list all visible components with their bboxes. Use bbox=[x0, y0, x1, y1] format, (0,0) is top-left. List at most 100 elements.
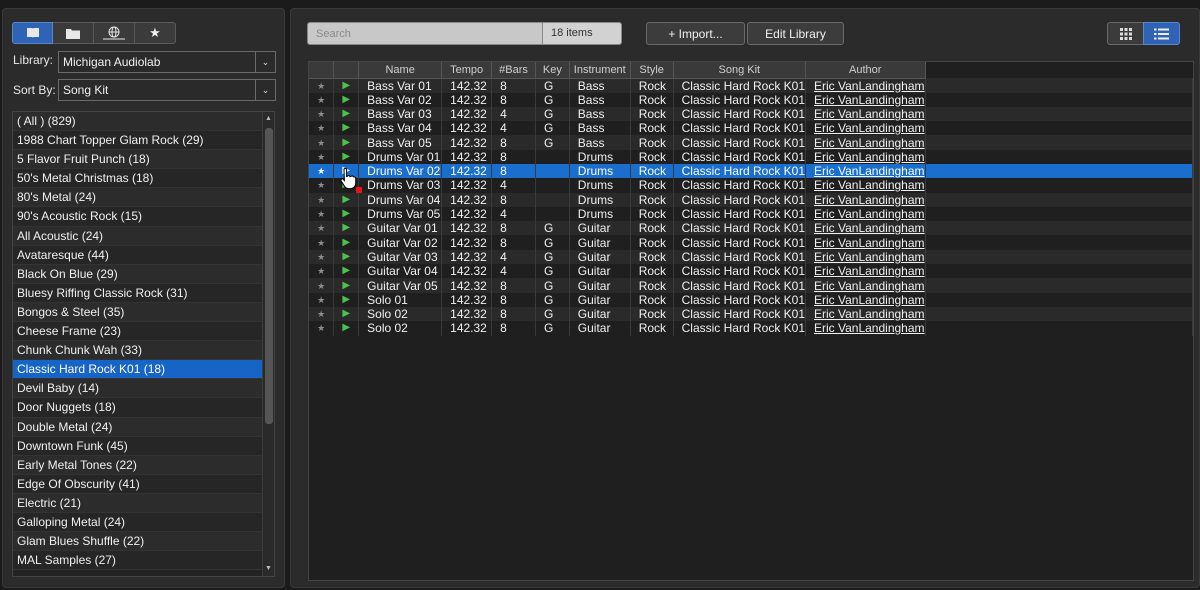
favorite-star-icon[interactable]: ★ bbox=[309, 78, 335, 93]
table-row[interactable]: ★ ▶ Solo 02 142.32 8 G Guitar Rock Classic Hard … bbox=[309, 321, 1193, 336]
play-icon[interactable]: ▶ bbox=[333, 92, 360, 107]
cell-author[interactable]: Eric VanLandingham bbox=[805, 235, 926, 250]
cell-author[interactable]: Eric VanLandingham bbox=[805, 121, 926, 136]
play-icon[interactable]: ▶ bbox=[333, 235, 360, 250]
cell-author[interactable]: Eric VanLandingham bbox=[805, 163, 926, 179]
table-row[interactable]: ★ ▶ Drums Var 05 142.32 4 Drums Rock Classic Ha… bbox=[309, 206, 1193, 222]
cell-author[interactable]: Eric VanLandingham bbox=[805, 178, 926, 193]
play-icon[interactable]: ▶ bbox=[333, 149, 360, 164]
table-row[interactable]: ★ ▶ Drums Var 03 142.32 4 Drums Rock Classic Ha… bbox=[309, 178, 1193, 193]
column-header-style[interactable]: Style bbox=[630, 62, 674, 79]
table-row[interactable]: ★ ▶ Solo 02 142.32 8 G Guitar Rock Classic Hard … bbox=[309, 306, 1193, 322]
table-row[interactable]: ★ ▶ Drums Var 04 142.32 8 Drums Rock Classic Ha… bbox=[309, 192, 1193, 207]
song-kit-item[interactable]: 1988 Chart Topper Glam Rock (29) bbox=[13, 131, 274, 151]
search-input[interactable] bbox=[307, 22, 543, 45]
play-icon[interactable]: ▶ bbox=[333, 106, 360, 122]
song-kit-item[interactable]: Early Metal Tones (22) bbox=[13, 455, 274, 475]
cell-author[interactable]: Eric VanLandingham bbox=[805, 206, 926, 222]
edit-library-button[interactable]: Edit Library bbox=[747, 22, 844, 45]
column-header-song-kit[interactable]: Song Kit bbox=[673, 62, 807, 79]
scroll-thumb[interactable] bbox=[265, 128, 273, 424]
song-kit-item[interactable]: Bluesy Riffing Classic Rock (31) bbox=[13, 283, 274, 303]
favorite-star-icon[interactable]: ★ bbox=[309, 292, 335, 307]
kit-list-scrollbar[interactable]: ▲ ▼ bbox=[262, 112, 274, 576]
song-kit-item[interactable]: 90's Acoustic Rock (15) bbox=[13, 207, 274, 227]
table-row[interactable]: ★ ▶ Bass Var 02 142.32 8 G Bass Rock Classic Har… bbox=[309, 92, 1193, 107]
song-kit-item[interactable]: Door Nuggets (18) bbox=[13, 398, 274, 418]
scroll-down-icon[interactable]: ▼ bbox=[263, 563, 274, 575]
column-header-name[interactable]: Name bbox=[358, 62, 443, 79]
cell-author[interactable]: Eric VanLandingham bbox=[805, 278, 926, 293]
play-icon[interactable]: ▶ bbox=[333, 264, 360, 279]
column-header-favorite[interactable] bbox=[309, 62, 335, 79]
play-icon[interactable]: ▶ bbox=[333, 221, 360, 236]
favorite-star-icon[interactable]: ★ bbox=[309, 178, 335, 193]
table-row[interactable]: ★ ▶ Bass Var 04 142.32 4 G Bass Rock Classic Har… bbox=[309, 121, 1193, 136]
import-button[interactable]: + Import... bbox=[646, 22, 745, 45]
favorite-star-icon[interactable]: ★ bbox=[309, 135, 335, 150]
table-row[interactable]: ★ ▶ Bass Var 03 142.32 4 G Bass Rock Classic Har… bbox=[309, 106, 1193, 122]
cell-author[interactable]: Eric VanLandingham bbox=[805, 221, 926, 236]
favorite-star-icon[interactable]: ★ bbox=[309, 278, 335, 293]
table-row[interactable]: ★ ▶ Guitar Var 05 142.32 8 G Guitar Rock Classic… bbox=[309, 278, 1193, 293]
song-kit-item[interactable]: 5 Flavor Fruit Punch (18) bbox=[13, 150, 274, 170]
play-icon[interactable]: ▶ bbox=[333, 178, 360, 193]
cell-author[interactable]: Eric VanLandingham bbox=[805, 106, 926, 122]
cell-author[interactable]: Eric VanLandingham bbox=[805, 249, 926, 265]
song-kit-item[interactable]: 50's Metal Christmas (18) bbox=[13, 169, 274, 189]
favorite-star-icon[interactable]: ★ bbox=[309, 235, 335, 250]
cell-author[interactable]: Eric VanLandingham bbox=[805, 149, 926, 164]
song-kit-item[interactable]: Classic Hard Rock K01 (18) bbox=[13, 360, 274, 380]
song-kit-item[interactable]: Avataresque (44) bbox=[13, 245, 274, 265]
cell-author[interactable]: Eric VanLandingham bbox=[805, 135, 926, 150]
table-row[interactable]: ★ ▶ Solo 01 142.32 8 G Guitar Rock Classic Hard … bbox=[309, 292, 1193, 307]
table-row[interactable]: ★ ▶ Guitar Var 04 142.32 4 G Guitar Rock Classic… bbox=[309, 264, 1193, 279]
library-select[interactable]: Michigan Audiolab ⌄ bbox=[58, 51, 276, 73]
favorite-star-icon[interactable]: ★ bbox=[309, 249, 335, 265]
song-kit-item[interactable]: Devil Baby (14) bbox=[13, 379, 274, 399]
column-header-bars[interactable]: #Bars bbox=[491, 62, 536, 79]
play-icon[interactable]: ▶ bbox=[333, 78, 360, 93]
cell-author[interactable]: Eric VanLandingham bbox=[805, 292, 926, 307]
play-icon[interactable]: ▶ bbox=[333, 192, 360, 207]
song-kit-item[interactable]: Edge Of Obscurity (41) bbox=[13, 474, 274, 494]
column-header-author[interactable]: Author bbox=[805, 62, 926, 79]
song-kit-item[interactable]: 80's Metal (24) bbox=[13, 188, 274, 208]
play-icon[interactable]: ▶ bbox=[333, 163, 360, 179]
list-view-button[interactable] bbox=[1143, 22, 1180, 45]
song-kit-item[interactable]: Downtown Funk (45) bbox=[13, 436, 274, 456]
cell-author[interactable]: Eric VanLandingham bbox=[805, 192, 926, 207]
play-icon[interactable]: ▶ bbox=[333, 321, 360, 336]
play-icon[interactable]: ▶ bbox=[333, 121, 360, 136]
cell-author[interactable]: Eric VanLandingham bbox=[805, 78, 926, 93]
song-kit-item[interactable]: Chunk Chunk Wah (33) bbox=[13, 341, 274, 361]
song-kit-item[interactable]: Bongos & Steel (35) bbox=[13, 302, 274, 323]
song-kit-item[interactable]: All Acoustic (24) bbox=[13, 226, 274, 246]
column-header-play[interactable] bbox=[333, 62, 360, 79]
play-icon[interactable]: ▶ bbox=[333, 249, 360, 265]
column-header-key[interactable]: Key bbox=[535, 62, 570, 79]
cell-author[interactable]: Eric VanLandingham bbox=[805, 306, 926, 322]
song-kit-item[interactable]: Cheese Frame (23) bbox=[13, 322, 274, 342]
table-row[interactable]: ★ ▶ Bass Var 05 142.32 8 G Bass Rock Classic Har… bbox=[309, 135, 1193, 150]
tab-favorites[interactable]: ★ bbox=[135, 22, 176, 44]
song-kit-item[interactable]: Double Metal (24) bbox=[13, 417, 274, 437]
favorite-star-icon[interactable]: ★ bbox=[309, 321, 335, 336]
tab-library[interactable] bbox=[12, 22, 53, 44]
favorite-star-icon[interactable]: ★ bbox=[309, 121, 335, 136]
favorite-star-icon[interactable]: ★ bbox=[309, 264, 335, 279]
song-kit-item[interactable]: Electric (21) bbox=[13, 493, 274, 513]
song-kit-item[interactable]: MAL Samples (27) bbox=[13, 551, 274, 571]
table-row[interactable]: ★ ▶ Bass Var 01 142.32 8 G Bass Rock Classic Har… bbox=[309, 78, 1193, 93]
song-kit-item[interactable]: Glam Blues Shuffle (22) bbox=[13, 532, 274, 552]
table-row[interactable]: ★ ▶ Guitar Var 01 142.32 8 G Guitar Rock Classic… bbox=[309, 221, 1193, 236]
favorite-star-icon[interactable]: ★ bbox=[309, 106, 335, 122]
favorite-star-icon[interactable]: ★ bbox=[309, 192, 335, 207]
table-row[interactable]: ★ ▶ Guitar Var 03 142.32 4 G Guitar Rock Classic… bbox=[309, 249, 1193, 265]
favorite-star-icon[interactable]: ★ bbox=[309, 221, 335, 236]
table-row[interactable]: ★ ▶ Drums Var 02 142.32 8 Drums Rock Classic Ha… bbox=[309, 163, 1193, 179]
tab-web[interactable] bbox=[94, 22, 135, 44]
song-kit-item[interactable]: ( All ) (829) bbox=[13, 112, 274, 132]
play-icon[interactable]: ▶ bbox=[333, 306, 360, 322]
play-icon[interactable]: ▶ bbox=[333, 278, 360, 293]
